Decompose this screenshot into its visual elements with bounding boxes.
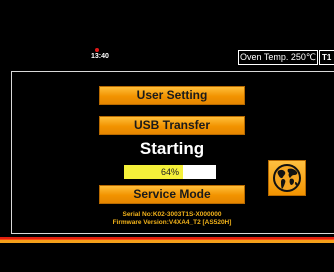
oven-temp-display: Oven Temp. 250℃: [238, 50, 318, 65]
oven-extra-label: T1: [319, 50, 334, 65]
firmware-version: Firmware Version:V4XA4_T2 [AS520H]: [112, 219, 232, 226]
clock-time: 13:40: [91, 53, 109, 60]
service-mode-button[interactable]: Service Mode: [99, 185, 245, 204]
serial-number: Serial No:K02-3003T1S-X000000: [122, 211, 222, 218]
usb-transfer-button[interactable]: USB Transfer: [99, 116, 245, 135]
decor-stripe-orange: [0, 240, 334, 243]
progress-label: 64%: [160, 167, 179, 177]
user-setting-button[interactable]: User Setting: [99, 86, 245, 105]
status-indicator-dot: [95, 48, 99, 52]
progress-bar: 64%: [124, 165, 216, 179]
globe-icon: [273, 164, 301, 192]
language-button[interactable]: [268, 160, 306, 196]
status-text: Starting: [139, 139, 205, 158]
